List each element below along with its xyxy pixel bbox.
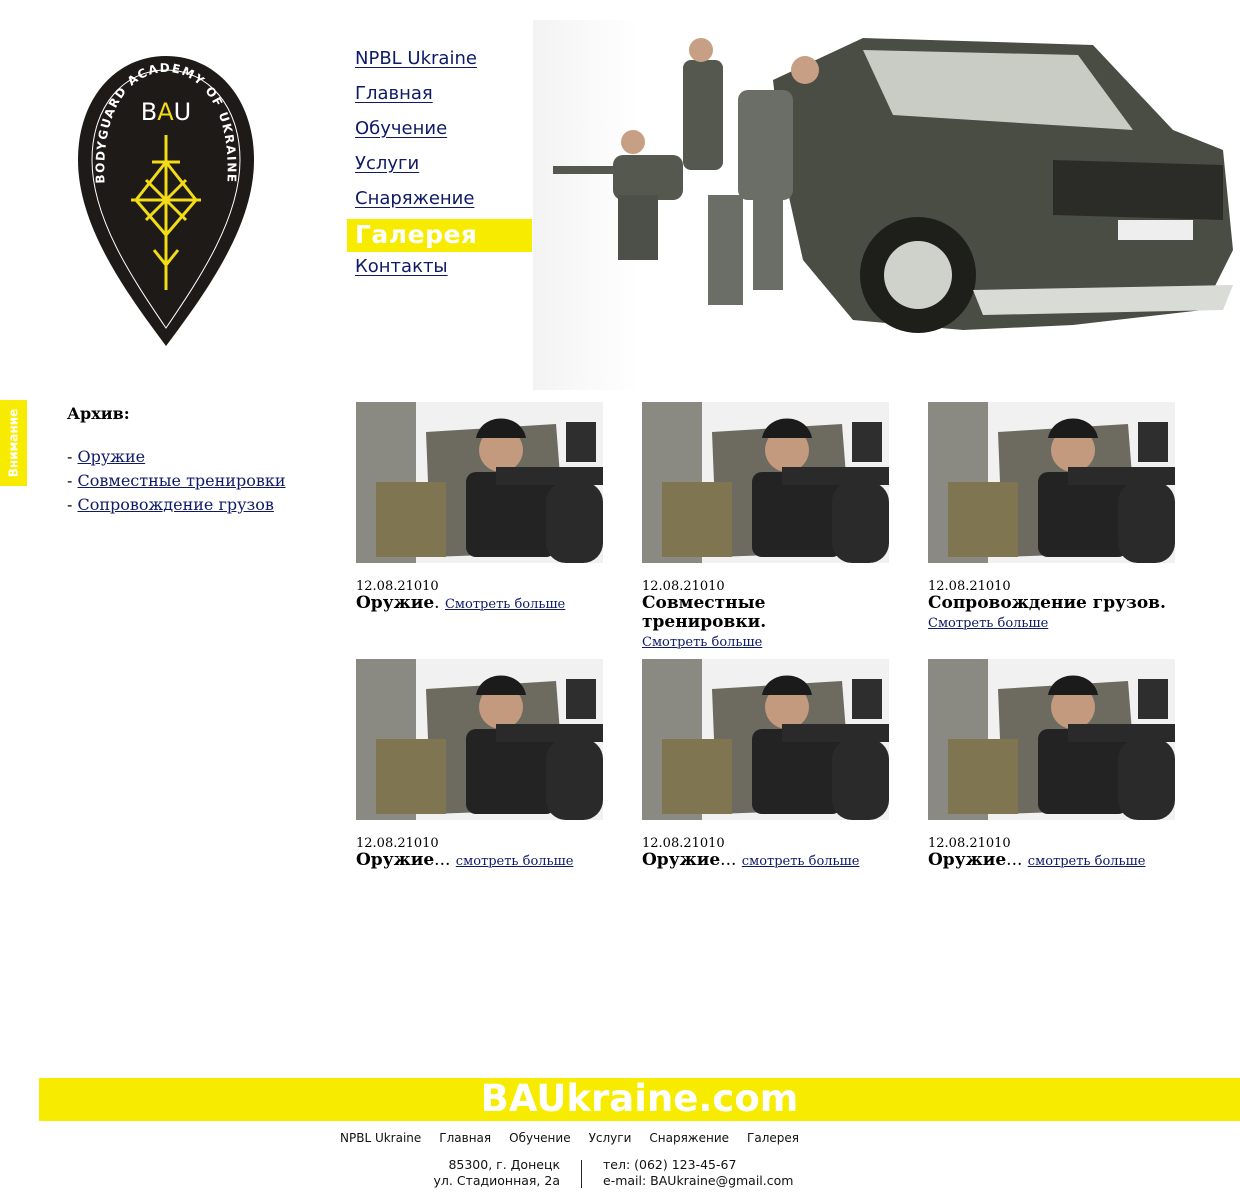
gallery-thumbnail[interactable]	[928, 402, 1175, 563]
card-title: Совместные тренировки.	[642, 593, 767, 632]
card-date: 12.08.21010	[642, 579, 725, 594]
card-title-sep: ...	[434, 850, 456, 870]
nav-npbl-ukraine[interactable]: NPBL Ukraine	[347, 44, 537, 79]
gallery-card: 12.08.21010 Оружие... смотреть больше	[642, 659, 890, 871]
logo-abbr: BAU	[141, 98, 191, 126]
footer-nav-equipment[interactable]: Снаряжение	[649, 1131, 729, 1145]
card-date: 12.08.21010	[928, 836, 1011, 851]
card-more-link[interactable]: Смотреть больше	[642, 635, 762, 650]
archive-link-weapons[interactable]: Оружие	[78, 447, 146, 466]
archive-item: - Оружие	[67, 447, 146, 466]
archive-panel: Архив: - Оружие - Совместные тренировки …	[67, 404, 286, 517]
card-title-sep: ...	[1006, 850, 1028, 870]
nav-training[interactable]: Обучение	[347, 114, 537, 149]
card-title-sep: .	[434, 593, 445, 613]
card-title: Оружие	[356, 850, 435, 870]
hero-bodyguards-suv-image	[533, 20, 1240, 390]
nav-services[interactable]: Услуги	[347, 149, 537, 184]
card-date: 12.08.21010	[356, 579, 439, 594]
archive-item: - Сопровождение грузов	[67, 495, 274, 514]
card-more-link[interactable]: смотреть больше	[456, 854, 574, 869]
footer-contact-info: тел: (062) 123-45-67 e-mail: BAUkraine@g…	[603, 1157, 793, 1189]
card-title: Оружие	[642, 850, 721, 870]
archive-link-cargo-escort[interactable]: Сопровождение грузов	[78, 495, 274, 514]
main-nav: NPBL Ukraine Главная Обучение Услуги Сна…	[347, 44, 537, 287]
bau-logo[interactable]: BODYGUARD ACADEMY OF UKRAINE BAU	[76, 50, 256, 350]
footer-nav-training[interactable]: Обучение	[509, 1131, 570, 1145]
nav-home[interactable]: Главная	[347, 79, 537, 114]
address-line-1: 85300, г. Донецк	[448, 1157, 560, 1172]
footer-nav-npbl-ukraine[interactable]: NPBL Ukraine	[340, 1131, 421, 1145]
footer-divider	[581, 1160, 582, 1188]
gallery-card: 12.08.21010 Оружие... смотреть больше	[356, 659, 604, 871]
card-more-link[interactable]: смотреть больше	[1028, 854, 1146, 869]
attention-tab[interactable]: Внимание	[0, 400, 27, 486]
gallery-thumbnail[interactable]	[642, 402, 889, 563]
archive-list: - Оружие - Совместные тренировки - Сопро…	[67, 445, 286, 517]
footer-phone: тел: (062) 123-45-67	[603, 1157, 737, 1172]
archive-item: - Совместные тренировки	[67, 471, 286, 490]
footer-site-banner[interactable]: BAUkraine.com	[39, 1078, 1240, 1121]
card-date: 12.08.21010	[356, 836, 439, 851]
gallery-thumbnail[interactable]	[928, 659, 1175, 820]
archive-link-joint-training[interactable]: Совместные тренировки	[78, 471, 286, 490]
card-title: Оружие	[928, 850, 1007, 870]
card-title: Сопровождение грузов.	[928, 593, 1166, 613]
archive-title: Архив:	[67, 404, 130, 423]
footer-address: 85300, г. Донецк ул. Стадионная, 2а	[380, 1157, 560, 1189]
card-title: Оружие	[356, 593, 435, 613]
card-date: 12.08.21010	[642, 836, 725, 851]
gallery-card: 12.08.21010 Совместные тренировки. Смотре…	[642, 402, 890, 652]
gallery-card: 12.08.21010 Оружие. Смотреть больше	[356, 402, 604, 614]
card-date: 12.08.21010	[928, 579, 1011, 594]
footer-nav-home[interactable]: Главная	[439, 1131, 491, 1145]
gallery-card: 12.08.21010 Оружие... смотреть больше	[928, 659, 1176, 871]
attention-tab-label: Внимание	[6, 408, 21, 478]
card-more-link[interactable]: Смотреть больше	[445, 597, 565, 612]
gallery-thumbnail[interactable]	[642, 659, 889, 820]
card-title-sep: ...	[720, 850, 742, 870]
footer-nav-services[interactable]: Услуги	[589, 1131, 632, 1145]
gallery-thumbnail[interactable]	[356, 402, 603, 563]
nav-gallery[interactable]: Галерея	[347, 219, 532, 252]
nav-contacts[interactable]: Контакты	[347, 252, 537, 287]
address-line-2: ул. Стадионная, 2а	[433, 1173, 560, 1188]
card-more-link[interactable]: смотреть больше	[742, 854, 860, 869]
nav-equipment[interactable]: Снаряжение	[347, 184, 537, 219]
gallery-thumbnail[interactable]	[356, 659, 603, 820]
card-more-link[interactable]: Смотреть больше	[928, 616, 1048, 631]
gallery-card: 12.08.21010 Сопровождение грузов. Смотрет…	[928, 402, 1176, 633]
footer-email[interactable]: e-mail: BAUkraine@gmail.com	[603, 1173, 793, 1189]
footer-nav-gallery[interactable]: Галерея	[747, 1131, 799, 1145]
footer-nav: NPBL Ukraine Главная Обучение Услуги Сна…	[340, 1131, 799, 1145]
